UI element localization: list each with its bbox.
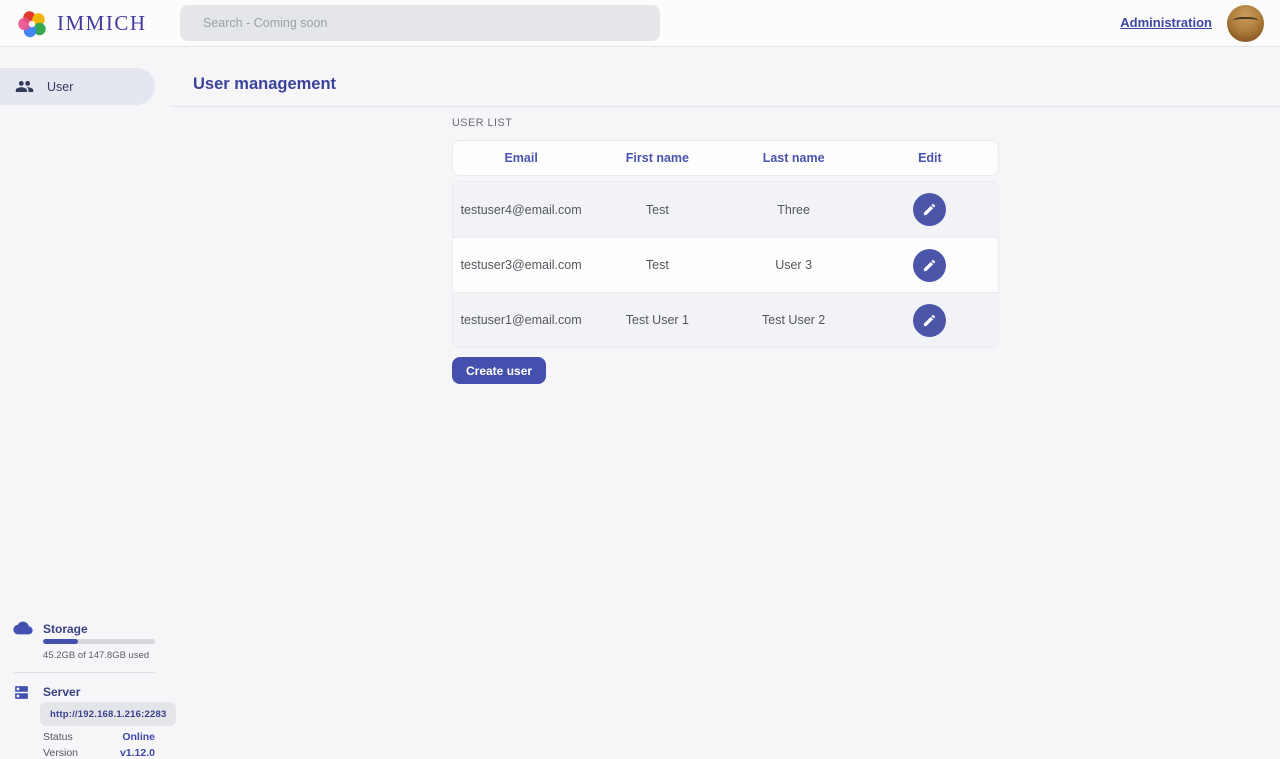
server-title: Server [43, 685, 80, 699]
server-version-row: Version v1.12.0 [43, 747, 155, 759]
brand-name: IMMICH [57, 11, 147, 36]
users-icon [15, 77, 34, 96]
user-table-header: Email First name Last name Edit [452, 140, 999, 176]
cloud-icon [13, 620, 33, 636]
title-divider [170, 106, 1280, 107]
version-label: Version [43, 747, 78, 759]
search-input[interactable] [180, 5, 660, 41]
status-label: Status [43, 731, 73, 743]
user-list-label: USER LIST [452, 117, 512, 129]
storage-usage-text: 45.2GB of 147.8GB used [43, 650, 149, 661]
sidebar-item-label: User [47, 80, 73, 94]
storage-title: Storage [43, 622, 88, 636]
top-bar: IMMICH Administration [0, 0, 1280, 47]
cell-last-name: Three [726, 203, 862, 217]
user-avatar[interactable] [1227, 5, 1264, 42]
user-table-body: testuser4@email.com Test Three testuser3… [452, 181, 999, 348]
pencil-icon [922, 202, 937, 217]
column-header-first-name: First name [589, 151, 725, 165]
sidebar: User Storage 45.2GB of 147.8GB used Serv… [0, 47, 170, 730]
sidebar-divider [14, 672, 155, 673]
server-url-badge: http://192.168.1.216:2283 [40, 702, 176, 726]
create-user-button[interactable]: Create user [452, 357, 546, 384]
storage-progress-bar [43, 639, 155, 644]
table-row: testuser4@email.com Test Three [453, 182, 998, 237]
cell-first-name: Test [589, 203, 725, 217]
storage-progress-fill [43, 639, 78, 644]
column-header-last-name: Last name [726, 151, 862, 165]
server-status-row: Status Online [43, 731, 155, 743]
cell-first-name: Test User 1 [589, 313, 725, 327]
table-row: testuser3@email.com Test User 3 [453, 237, 998, 292]
edit-user-button[interactable] [913, 304, 946, 337]
page-title: User management [193, 75, 336, 94]
status-value: Online [122, 731, 155, 743]
cell-last-name: User 3 [726, 258, 862, 272]
column-header-edit: Edit [862, 151, 998, 165]
immich-flower-icon [18, 9, 48, 39]
pencil-icon [922, 313, 937, 328]
server-icon [13, 684, 30, 701]
edit-user-button[interactable] [913, 193, 946, 226]
cell-email: testuser1@email.com [453, 313, 589, 327]
cell-first-name: Test [589, 258, 725, 272]
column-header-email: Email [453, 151, 589, 165]
version-value: v1.12.0 [120, 747, 155, 759]
brand: IMMICH [18, 0, 147, 47]
cell-email: testuser3@email.com [453, 258, 589, 272]
table-row: testuser1@email.com Test User 1 Test Use… [453, 292, 998, 347]
administration-link[interactable]: Administration [1120, 15, 1212, 30]
sidebar-item-user[interactable]: User [0, 68, 155, 105]
cell-email: testuser4@email.com [453, 203, 589, 217]
edit-user-button[interactable] [913, 249, 946, 282]
pencil-icon [922, 258, 937, 273]
cell-last-name: Test User 2 [726, 313, 862, 327]
